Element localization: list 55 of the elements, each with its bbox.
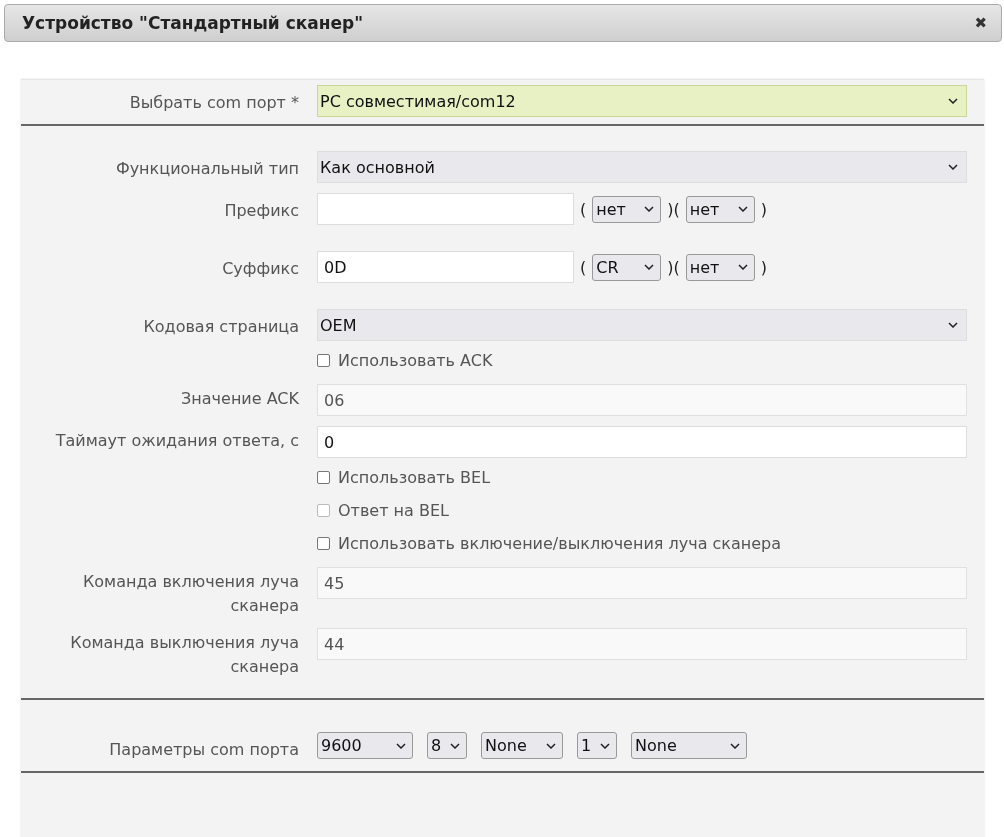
caret-icon [600,742,610,749]
caret-icon [948,98,958,104]
input-field: 06 [317,384,967,416]
dropdown-field[interactable]: нет [685,195,755,223]
caret-icon [644,206,655,212]
field-label: Кодовая страница [143,317,299,336]
dropdown-field[interactable]: None [631,732,747,759]
field-label: Команда включения луча сканера [82,572,299,615]
dropdown-field[interactable]: None [481,732,563,759]
checkbox[interactable] [317,537,330,550]
bracket-text: ) [760,199,767,219]
caret-icon [546,742,556,749]
checkbox[interactable] [317,471,330,484]
bracket-text: )( [667,199,680,219]
caret-icon [737,264,748,270]
caret-icon [737,206,748,212]
dropdown-field[interactable]: нет [685,253,755,281]
dropdown-field[interactable]: нет [592,195,662,223]
bracket-text: ) [760,257,767,277]
bracket-text: ( [580,257,587,277]
dropdown-field[interactable]: CR [592,253,662,281]
dropdown-field[interactable]: OEM [317,309,967,341]
dropdown-field[interactable]: 8 [427,732,467,759]
caret-icon [948,164,958,170]
close-button[interactable]: ✖ [970,14,991,32]
dropdown-field[interactable]: PC совместимая/com12 [317,85,967,117]
checkbox-label: Ответ на BEL [338,501,449,520]
input-field[interactable]: 0 [317,426,967,458]
dropdown-field[interactable]: Как основной [317,151,967,183]
dropdown-field[interactable]: 9600 [317,732,413,759]
input-field[interactable] [317,193,574,225]
field-label: Функциональный тип [115,159,299,178]
input-field: 45 [317,567,967,599]
dropdown-field[interactable]: 1 [577,732,617,759]
bracket-text: )( [667,257,680,277]
field-label: Таймаут ожидания ответа, с [55,431,299,450]
field-label: Выбрать com порт * [129,93,299,112]
bracket-text: ( [580,199,587,219]
field-label: Параметры com порта [109,740,299,759]
caret-icon [644,264,655,270]
field-label: Значение ACK [181,389,299,408]
input-field[interactable]: 0D [317,251,574,283]
dialog-title: Устройство "Стандартный сканер" [22,13,364,33]
input-field: 44 [317,628,967,660]
checkbox-label: Использовать включение/выключения луча сканера [338,534,782,553]
checkbox[interactable] [317,354,330,367]
caret-icon [450,742,460,749]
field-label: Команда выключения луча сканера [70,633,299,676]
caret-icon [948,322,958,328]
checkbox-label: Использовать ACK [338,351,493,370]
checkbox-label: Использовать BEL [338,468,491,487]
caret-icon [730,742,740,749]
field-label: Суффикс [222,259,299,278]
field-label: Префикс [224,201,299,220]
caret-icon [396,742,406,749]
